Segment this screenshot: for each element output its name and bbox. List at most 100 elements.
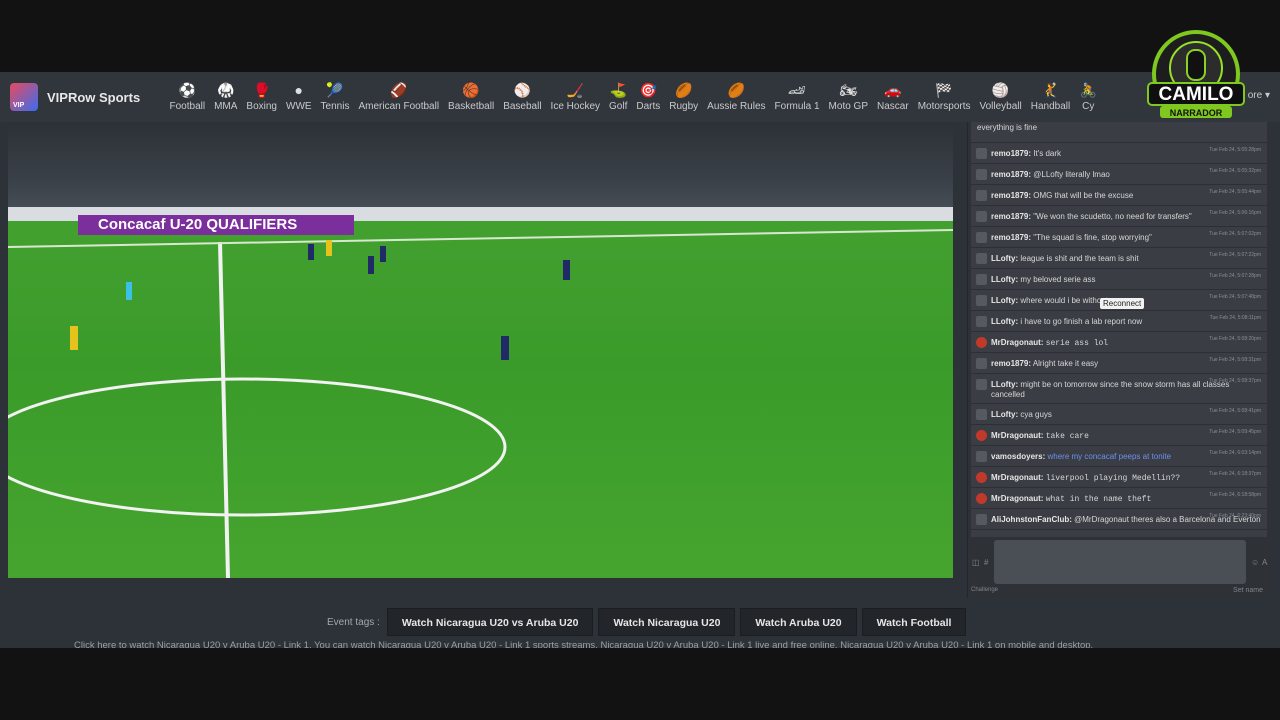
avatar[interactable] <box>976 211 987 222</box>
message-timestamp: Tue Feb 24, 6:18:58pm <box>1209 492 1261 498</box>
video-player[interactable]: Concacaf U-20 QUALIFIERS <box>8 122 953 578</box>
message-username[interactable]: MrDragonaut: <box>991 473 1043 482</box>
avatar[interactable] <box>976 514 987 525</box>
nav-item-nascar[interactable]: 🚗 Nascar <box>873 72 914 122</box>
message-username[interactable]: LLofty: <box>991 410 1018 419</box>
avatar[interactable] <box>976 274 987 285</box>
message-username[interactable]: LLofty: <box>991 296 1018 305</box>
brand[interactable]: VIPRow Sports <box>0 83 165 111</box>
emoji-icon[interactable]: ☺ <box>1251 558 1259 567</box>
nav-item-football[interactable]: ⚽ Football <box>165 72 210 122</box>
nav-item-motorsports[interactable]: 🏁 Motorsports <box>913 72 975 122</box>
avatar[interactable] <box>976 316 987 327</box>
chat-message: Tue Feb 24, 5:05:44pm remo1879: OMG that … <box>971 185 1267 206</box>
message-username[interactable]: remo1879: <box>991 233 1031 242</box>
message-username[interactable]: LLofty: <box>991 275 1018 284</box>
handball-icon: 🤾 <box>1041 82 1060 98</box>
letterbox-bottom <box>0 648 1280 720</box>
nav-item-label: Aussie Rules <box>707 101 766 112</box>
chat-message: Tue Feb 24, 5:07:22pm LLofty: league is s… <box>971 248 1267 269</box>
nav-item-boxing[interactable]: 🥊 Boxing <box>242 72 282 122</box>
nav-item-volleyball[interactable]: 🏐 Volleyball <box>975 72 1026 122</box>
avatar[interactable] <box>976 148 987 159</box>
chat-footer-left[interactable]: Challenge <box>971 587 998 593</box>
camera-icon[interactable]: ◫ <box>972 558 980 567</box>
message-timestamp: Tue Feb 24, 5:07:48pm <box>1209 294 1261 300</box>
message-timestamp: Tue Feb 24, 5:05:44pm <box>1209 189 1261 195</box>
players <box>308 244 570 360</box>
darts-icon: 🎯 <box>639 82 658 98</box>
message-username[interactable]: MrDragonaut: <box>991 338 1043 347</box>
chat-message-list[interactable]: everything is fine Tue Feb 24, 5:05:28pm r… <box>971 122 1267 537</box>
message-text: i have to go finish a lab report now <box>1020 317 1143 326</box>
event-tag-button[interactable]: Watch Football <box>861 608 967 636</box>
message-username[interactable]: remo1879: <box>991 359 1031 368</box>
nav-item-golf[interactable]: ⛳ Golf <box>605 72 632 122</box>
message-username[interactable]: remo1879: <box>991 212 1031 221</box>
avatar[interactable] <box>976 337 987 348</box>
avatar[interactable] <box>976 358 987 369</box>
nav-item-aussie-rules[interactable]: 🏉 Aussie Rules <box>703 72 770 122</box>
font-icon[interactable]: A <box>1262 558 1267 567</box>
avatar[interactable] <box>976 409 987 420</box>
nav-item-moto-gp[interactable]: 🏍 Moto GP <box>824 72 872 122</box>
avatar[interactable] <box>976 295 987 306</box>
avatar[interactable] <box>976 451 987 462</box>
event-tag-button[interactable]: Watch Nicaragua U20 vs Aruba U20 <box>386 608 594 636</box>
chat-input[interactable] <box>994 540 1246 584</box>
nav-item-american-football[interactable]: 🏈 American Football <box>354 72 444 122</box>
nav-item-wwe[interactable]: ● WWE <box>282 72 317 122</box>
nav-item-label: Boxing <box>246 101 277 112</box>
message-username[interactable]: remo1879: <box>991 170 1031 179</box>
avatar[interactable] <box>976 253 987 264</box>
hash-icon[interactable]: # <box>984 558 988 567</box>
nav-item-ice-hockey[interactable]: 🏒 Ice Hockey <box>546 72 604 122</box>
event-tag-button[interactable]: Watch Nicaragua U20 <box>598 608 736 636</box>
nav-item-rugby[interactable]: 🏉 Rugby <box>665 72 703 122</box>
letterbox-top <box>0 0 1280 72</box>
message-timestamp: Tue Feb 24, 5:08:11pm <box>1209 315 1261 321</box>
chat-message: Tue Feb 24, 6:18:37pm MrDragonaut: liverp… <box>971 467 1267 488</box>
message-username[interactable]: remo1879: <box>991 191 1031 200</box>
formula-1-icon: 🏎 <box>788 82 806 98</box>
avatar[interactable] <box>976 472 987 483</box>
avatar[interactable] <box>976 232 987 243</box>
message-username[interactable]: remo1879: <box>991 149 1031 158</box>
message-username[interactable]: LLofty: <box>991 380 1018 389</box>
message-text: take care <box>1045 432 1089 441</box>
nav-item-darts[interactable]: 🎯 Darts <box>632 72 665 122</box>
nav-item-baseball[interactable]: ⚾ Baseball <box>499 72 546 122</box>
nav-item-cy[interactable]: 🚴 Cy <box>1075 72 1102 122</box>
badge-line2: NARRADOR <box>1170 108 1223 118</box>
page: VIPRow Sports ⚽ Football 🥋 MMA 🥊 Boxing ● WWE 🎾 T… <box>0 72 1280 651</box>
nav-item-formula-1[interactable]: 🏎 Formula 1 <box>770 72 824 122</box>
message-username[interactable]: AliJohnstonFanClub: <box>991 515 1072 524</box>
baseball-icon: ⚾ <box>513 82 532 98</box>
nav-item-tennis[interactable]: 🎾 Tennis <box>316 72 354 122</box>
event-tag-button[interactable]: Watch Aruba U20 <box>740 608 857 636</box>
avatar[interactable] <box>976 190 987 201</box>
avatar[interactable] <box>976 430 987 441</box>
avatar[interactable] <box>976 169 987 180</box>
nav-item-basketball[interactable]: 🏀 Basketball <box>444 72 499 122</box>
nav-item-mma[interactable]: 🥋 MMA <box>210 72 242 122</box>
message-username[interactable]: MrDragonaut: <box>991 431 1043 440</box>
message-username[interactable]: MrDragonaut: <box>991 494 1043 503</box>
event-tags: Event tags : Watch Nicaragua U20 vs Arub… <box>327 608 971 636</box>
message-timestamp: Tue Feb 24, 6:23:40pm <box>1209 513 1261 519</box>
message-text: everything is fine <box>977 123 1038 132</box>
reconnect-button[interactable]: Reconnect <box>1100 298 1145 309</box>
message-timestamp: Tue Feb 24, 5:05:28pm <box>1209 147 1261 153</box>
set-name-link[interactable]: Set name <box>1233 587 1263 594</box>
avatar[interactable] <box>976 493 987 504</box>
more-menu[interactable]: ore ▾ <box>1248 90 1270 101</box>
avatar[interactable] <box>976 379 987 390</box>
nav-item-handball[interactable]: 🤾 Handball <box>1026 72 1074 122</box>
message-username[interactable]: LLofty: <box>991 254 1018 263</box>
message-username[interactable]: vamosdoyers: <box>991 452 1045 461</box>
message-text: my beloved serie ass <box>1020 275 1096 284</box>
pitch-lines <box>8 229 953 578</box>
nav-item-label: Darts <box>636 101 661 112</box>
message-username[interactable]: LLofty: <box>991 317 1018 326</box>
motorsports-icon: 🏁 <box>935 82 953 98</box>
